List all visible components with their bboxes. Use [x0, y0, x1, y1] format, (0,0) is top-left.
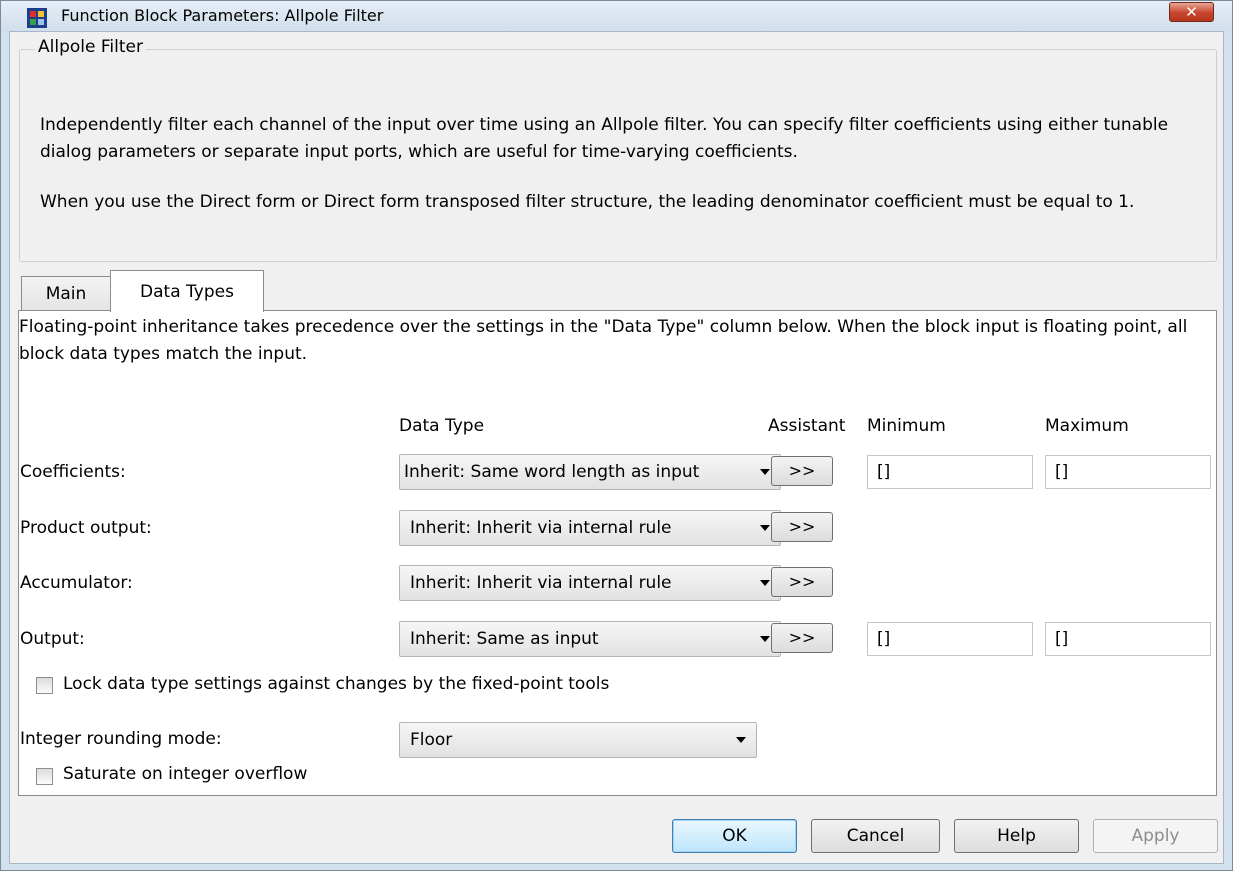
chevron-down-icon — [760, 525, 770, 531]
header-data-type: Data Type — [399, 416, 485, 436]
tab-data-types[interactable]: Data Types — [110, 270, 264, 312]
cancel-button[interactable]: Cancel — [811, 819, 940, 853]
close-icon: ✕ — [1185, 3, 1198, 21]
lock-datatype-label[interactable]: Lock data type settings against changes … — [63, 674, 609, 694]
apply-button[interactable]: Apply — [1093, 819, 1218, 853]
saturate-overflow-label[interactable]: Saturate on integer overflow — [63, 764, 307, 784]
chevron-down-icon — [760, 636, 770, 642]
output-datatype-select[interactable]: Inherit: Same as input — [399, 621, 781, 657]
header-minimum: Minimum — [867, 416, 946, 436]
chevron-down-icon — [760, 580, 770, 586]
output-assistant-button[interactable]: >> — [771, 623, 833, 653]
window-title: Function Block Parameters: Allpole Filte… — [61, 6, 384, 25]
rounding-mode-value: Floor — [410, 730, 453, 750]
output-minimum-input[interactable]: [] — [867, 622, 1033, 656]
coefficients-label: Coefficients: — [20, 462, 126, 482]
saturate-overflow-checkbox[interactable] — [36, 768, 53, 785]
help-button[interactable]: Help — [954, 819, 1079, 853]
coefficients-datatype-select[interactable]: Inherit: Same word length as input — [399, 454, 781, 490]
rounding-mode-select[interactable]: Floor — [399, 722, 757, 758]
close-button[interactable]: ✕ — [1169, 2, 1214, 22]
product-output-datatype-value: Inherit: Inherit via internal rule — [410, 518, 672, 538]
simulink-block-icon — [27, 8, 47, 28]
coefficients-maximum-input[interactable]: [] — [1045, 455, 1211, 489]
tab-main[interactable]: Main — [21, 276, 111, 310]
rounding-mode-label: Integer rounding mode: — [20, 729, 222, 749]
structure-note-text: When you use the Direct form or Direct f… — [40, 192, 1135, 212]
coefficients-assistant-button[interactable]: >> — [771, 456, 833, 486]
dialog-window: Function Block Parameters: Allpole Filte… — [0, 0, 1233, 871]
accumulator-assistant-button[interactable]: >> — [771, 567, 833, 597]
tab-data-types-label: Data Types — [140, 282, 234, 302]
chevron-down-icon — [736, 737, 746, 743]
product-output-assistant-button[interactable]: >> — [771, 512, 833, 542]
output-datatype-value: Inherit: Same as input — [410, 629, 599, 649]
header-assistant: Assistant — [768, 416, 846, 436]
coefficients-datatype-value: Inherit: Same word length as input — [404, 462, 700, 482]
accumulator-label: Accumulator: — [20, 573, 133, 593]
data-types-panel: Floating-point inheritance takes precede… — [18, 310, 1217, 796]
product-output-label: Product output: — [20, 518, 152, 538]
lock-datatype-checkbox[interactable] — [36, 677, 53, 694]
tab-main-label: Main — [45, 284, 87, 304]
block-description-text: Independently filter each channel of the… — [40, 115, 1169, 162]
inheritance-note: Floating-point inheritance takes precede… — [19, 317, 1188, 364]
product-output-datatype-select[interactable]: Inherit: Inherit via internal rule — [399, 510, 781, 546]
accumulator-datatype-select[interactable]: Inherit: Inherit via internal rule — [399, 565, 781, 601]
output-maximum-input[interactable]: [] — [1045, 622, 1211, 656]
title-bar[interactable]: Function Block Parameters: Allpole Filte… — [1, 1, 1232, 31]
group-legend: Allpole Filter — [35, 37, 146, 57]
header-maximum: Maximum — [1045, 416, 1129, 436]
ok-button[interactable]: OK — [672, 819, 797, 853]
chevron-down-icon — [760, 469, 770, 475]
accumulator-datatype-value: Inherit: Inherit via internal rule — [410, 573, 672, 593]
output-label: Output: — [20, 629, 85, 649]
coefficients-minimum-input[interactable]: [] — [867, 455, 1033, 489]
